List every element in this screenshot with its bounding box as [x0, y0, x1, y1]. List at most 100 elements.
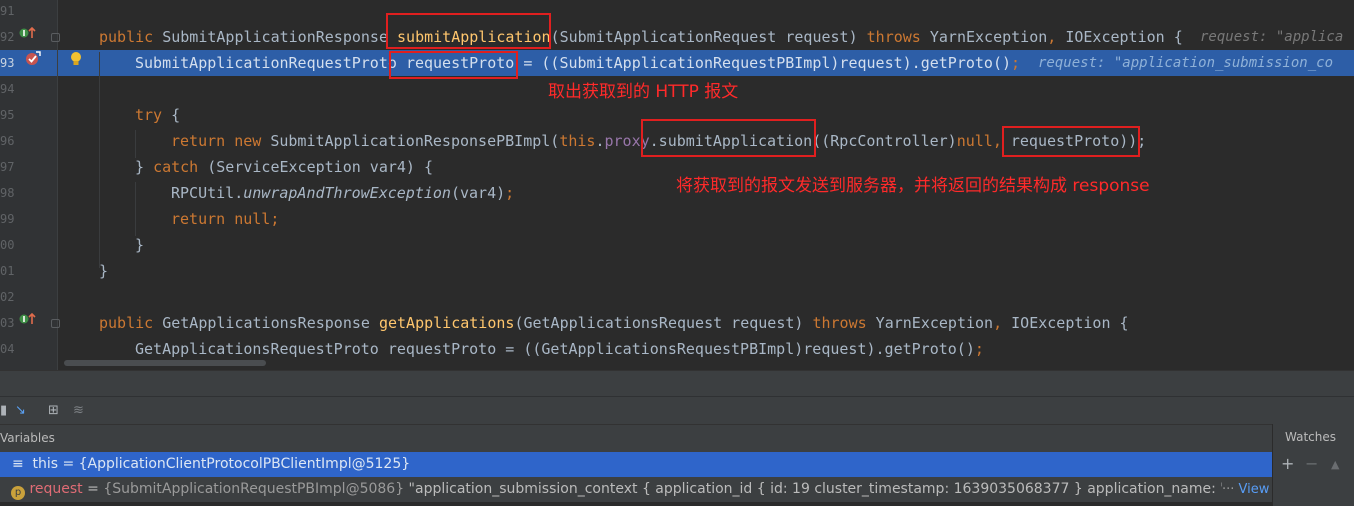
keyword: try	[135, 106, 163, 124]
fold-marker-icon[interactable]	[51, 319, 60, 328]
ellipsis: ···	[1222, 482, 1239, 497]
punct: ,	[1047, 28, 1057, 46]
code-line-98[interactable]: RPCUtil.unwrapAndThrowException(var4);	[171, 180, 514, 206]
code-line-100[interactable]: }	[135, 232, 144, 258]
annotation-note-1: 取出获取到的 HTTP 报文	[548, 82, 739, 102]
breakpoint-icon[interactable]	[24, 50, 42, 76]
variables-title: Variables	[0, 431, 55, 445]
move-watch-up-button[interactable]: ▲	[1331, 458, 1339, 471]
line-number: 92	[0, 30, 15, 44]
expression: GetApplicationsRequestProto requestProto…	[135, 340, 975, 358]
annotation-box-request-proto	[389, 51, 518, 79]
expression: = ((SubmitApplicationRequestPBImpl)reque…	[514, 54, 1012, 72]
params: (SubmitApplicationRequest request)	[550, 28, 867, 46]
keyword: public	[99, 28, 154, 46]
watches-title: Watches	[1285, 430, 1336, 444]
punct: ;	[974, 340, 984, 358]
variable-value: {SubmitApplicationRequestPBImpl@5086}	[103, 481, 405, 497]
debug-toolbar: ▮ ↘ ⊞ ≋	[0, 396, 1354, 425]
line-number: 94	[0, 82, 15, 96]
punct: ,	[993, 314, 1003, 332]
annotation-box-method	[386, 13, 551, 49]
line-number: 93	[0, 56, 15, 70]
params: (GetApplicationsRequest request)	[514, 314, 813, 332]
variable-name: request	[29, 481, 83, 497]
type-name: SubmitApplicationResponse	[162, 28, 388, 46]
line-number: 98	[0, 186, 15, 200]
line-number: 01	[0, 264, 15, 278]
trace-icon[interactable]: ≋	[73, 401, 84, 421]
punct: ;	[270, 210, 280, 228]
code-editor[interactable]: 91 92 93 94 95 96 97 98 99 00 01 02 03 0…	[0, 0, 1354, 370]
keyword: return	[171, 210, 226, 228]
add-watch-button[interactable]: +	[1281, 454, 1294, 473]
horizontal-scrollbar[interactable]	[64, 360, 266, 366]
exception: YarnException	[920, 28, 1048, 46]
punct: }	[135, 158, 154, 176]
run-to-cursor-icon[interactable]: ↘	[15, 401, 26, 421]
implements-method-icon[interactable]	[19, 24, 37, 50]
view-link[interactable]: View	[1239, 482, 1270, 497]
line-number: 99	[0, 212, 15, 226]
line-number: 04	[0, 342, 15, 356]
code-line-97[interactable]: } catch (ServiceException var4) {	[135, 154, 433, 180]
implements-method-icon[interactable]	[19, 310, 37, 336]
static-method: unwrapAndThrowException	[243, 184, 451, 202]
variable-value: {ApplicationClientProtocolPBClientImpl@5…	[78, 456, 411, 472]
line-number: 96	[0, 134, 15, 148]
fold-marker-icon[interactable]	[51, 33, 60, 42]
type-name: RPCUtil.	[171, 184, 244, 202]
keyword: public	[99, 314, 154, 332]
equals: =	[58, 456, 79, 472]
evaluate-table-icon[interactable]: ⊞	[48, 401, 59, 421]
annotation-note-2: 将获取到的报文发送到服务器，并将返回的结果构成 response	[676, 176, 1150, 196]
exception: IOException {	[1056, 28, 1183, 46]
line-number: 97	[0, 160, 15, 174]
indent-guide	[135, 182, 136, 236]
keyword: throws	[866, 28, 921, 46]
variable-row-this[interactable]: ≡ this = {ApplicationClientProtocolPBCli…	[0, 452, 1272, 477]
variables-panel-header: Variables	[0, 424, 1272, 453]
code-line-92[interactable]: public SubmitApplicationResponse submitA…	[99, 24, 1183, 50]
line-number: 02	[0, 290, 15, 304]
code-line-95[interactable]: try {	[135, 102, 180, 128]
lightbulb-icon[interactable]	[69, 50, 83, 76]
field-icon: ≡	[12, 456, 24, 472]
type-name: SubmitApplicationResponsePBImpl(	[261, 132, 560, 150]
annotation-box-request-proto-arg	[1002, 126, 1140, 157]
variable-name: this	[32, 456, 58, 472]
watches-panel: Watches + − ▲	[1272, 424, 1354, 506]
code-line-103[interactable]: public GetApplicationsResponse getApplic…	[99, 310, 1129, 336]
line-number: 91	[0, 4, 15, 18]
line-number: 03	[0, 316, 15, 330]
expression: (ServiceException var4) {	[198, 158, 434, 176]
punct: {	[162, 106, 181, 124]
keyword: throws	[812, 314, 867, 332]
expression: (var4)	[450, 184, 506, 202]
code-line-99[interactable]: return null;	[171, 206, 279, 232]
keyword: catch	[153, 158, 199, 176]
keyword: null	[956, 132, 993, 150]
remove-watch-button[interactable]: −	[1305, 454, 1318, 473]
code-line-93[interactable]: SubmitApplicationRequestProto requestPro…	[135, 50, 1020, 76]
inline-debug-hint: request: "application_submission_co	[1038, 55, 1334, 71]
indent-guide	[99, 52, 100, 268]
exception: IOException {	[1002, 314, 1129, 332]
variable-row-request[interactable]: p request = {SubmitApplicationRequestPBI…	[0, 477, 1272, 502]
annotation-box-proxy-call	[641, 119, 816, 157]
line-number: 95	[0, 108, 15, 122]
exception: YarnException	[866, 314, 994, 332]
inline-debug-hint: request: "applica	[1200, 29, 1344, 45]
code-line-101[interactable]: }	[99, 258, 108, 284]
punct: ;	[505, 184, 515, 202]
punct: ;	[1011, 54, 1021, 72]
punct: ,	[992, 132, 1002, 150]
keyword: this	[559, 132, 596, 150]
code-line-104[interactable]: GetApplicationsRequestProto requestProto…	[135, 336, 984, 362]
keyword: new	[225, 132, 262, 150]
type-name: SubmitApplicationRequestProto	[135, 54, 406, 72]
step-over-icon[interactable]: ▮	[0, 401, 7, 421]
variable-detail: "application_submission_context { applic…	[404, 481, 1272, 497]
parameter-icon: p	[11, 486, 25, 500]
keyword: null	[225, 210, 271, 228]
